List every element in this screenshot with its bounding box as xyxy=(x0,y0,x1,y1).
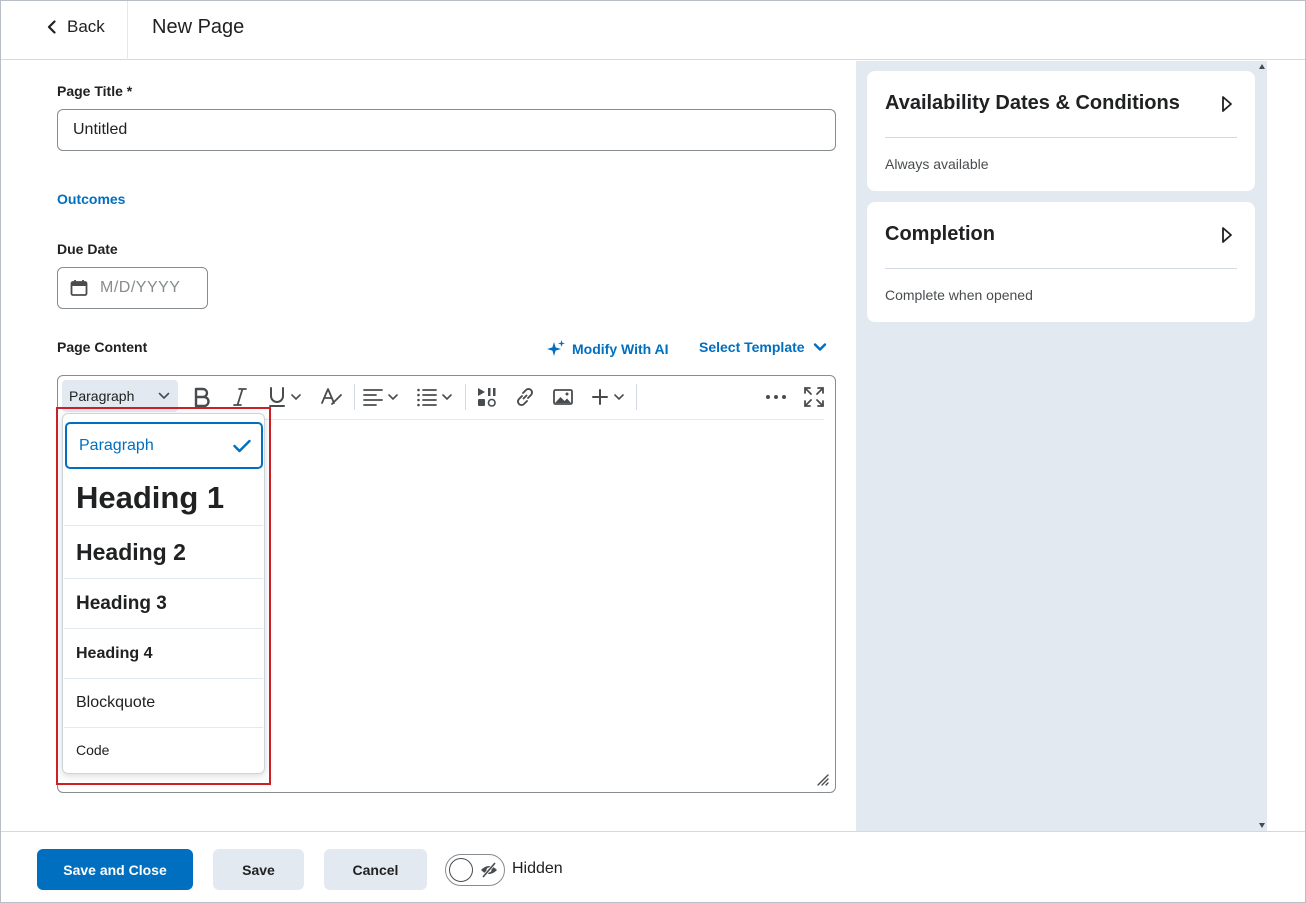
page-title: New Page xyxy=(152,16,245,38)
page-title-label: Page Title * xyxy=(57,83,133,99)
format-option-blockquote[interactable]: Blockquote xyxy=(64,679,263,728)
format-dropdown: Paragraph Heading 1 Heading 2 Heading 3 … xyxy=(62,413,265,774)
due-date-placeholder: M/D/YYYY xyxy=(100,279,181,296)
format-option-heading-2[interactable]: Heading 2 xyxy=(64,526,263,579)
toggle-knob xyxy=(449,858,473,882)
expand-arrow-icon[interactable] xyxy=(1221,226,1233,244)
format-option-label: Heading 1 xyxy=(76,480,225,515)
format-option-label: Heading 4 xyxy=(76,644,153,662)
image-button[interactable] xyxy=(552,384,574,410)
bold-icon xyxy=(194,387,210,408)
resize-handle-icon[interactable] xyxy=(815,772,829,786)
link-button[interactable] xyxy=(514,384,536,410)
format-option-code[interactable]: Code xyxy=(64,728,263,772)
back-label: Back xyxy=(67,17,105,36)
text-style-button[interactable] xyxy=(320,384,344,410)
visibility-toggle[interactable] xyxy=(445,854,505,886)
more-button[interactable] xyxy=(764,384,788,410)
chevron-down-icon xyxy=(388,393,398,400)
list-button[interactable] xyxy=(416,384,452,410)
format-select-value: Paragraph xyxy=(69,388,135,404)
calendar-icon xyxy=(70,280,88,296)
toolbar-separator xyxy=(354,384,355,410)
link-icon xyxy=(517,388,533,406)
bold-button[interactable] xyxy=(192,384,212,410)
due-date-label: Due Date xyxy=(57,241,118,257)
fullscreen-button[interactable] xyxy=(803,384,825,410)
save-and-close-button[interactable]: Save and Close xyxy=(37,849,193,890)
format-option-heading-1[interactable]: Heading 1 xyxy=(64,471,263,526)
image-icon xyxy=(553,389,573,405)
media-icon xyxy=(478,388,496,407)
format-option-heading-3[interactable]: Heading 3 xyxy=(64,579,263,629)
toolbar-separator xyxy=(465,384,466,410)
card-divider xyxy=(885,137,1237,138)
format-option-label: Code xyxy=(76,742,110,758)
fullscreen-icon xyxy=(804,387,824,407)
card-divider xyxy=(885,268,1237,269)
modify-with-ai-button[interactable]: Modify With AI xyxy=(546,339,669,359)
expand-arrow-icon[interactable] xyxy=(1221,95,1233,113)
sidebar-scrollbar[interactable] xyxy=(1257,61,1267,831)
completion-card-title: Completion xyxy=(885,223,995,245)
modify-with-ai-label: Modify With AI xyxy=(572,341,669,357)
completion-card[interactable]: Completion Complete when opened xyxy=(867,202,1255,322)
format-option-label: Blockquote xyxy=(76,694,156,711)
insert-icon xyxy=(592,389,608,405)
availability-card-title: Availability Dates & Conditions xyxy=(885,92,1180,114)
availability-card[interactable]: Availability Dates & Conditions Always a… xyxy=(867,71,1255,191)
cancel-button[interactable]: Cancel xyxy=(324,849,427,890)
back-button[interactable]: Back xyxy=(45,17,105,37)
page-footer: Save and Close Save Cancel Hidden xyxy=(1,831,1305,902)
page-header: Back New Page xyxy=(1,1,1305,60)
format-option-heading-4[interactable]: Heading 4 xyxy=(64,629,263,679)
underline-button[interactable] xyxy=(267,384,301,410)
align-button[interactable] xyxy=(362,384,398,410)
sparkle-icon xyxy=(547,340,565,356)
header-divider xyxy=(127,1,128,60)
format-option-label: Heading 2 xyxy=(76,538,186,565)
page-content-label: Page Content xyxy=(57,339,148,355)
format-select[interactable]: Paragraph xyxy=(62,380,178,412)
chevron-down-icon xyxy=(813,343,826,351)
select-template-button[interactable]: Select Template xyxy=(699,339,827,355)
chevron-left-icon xyxy=(47,20,56,34)
text-style-icon xyxy=(321,388,342,405)
completion-card-status: Complete when opened xyxy=(885,287,1033,303)
list-icon xyxy=(417,388,437,407)
format-option-label: Heading 3 xyxy=(76,592,167,614)
underline-icon xyxy=(269,387,285,407)
select-template-label: Select Template xyxy=(699,339,805,355)
chevron-down-icon xyxy=(158,392,170,399)
chevron-down-icon xyxy=(291,393,301,400)
checkmark-icon xyxy=(233,439,251,452)
page-title-input[interactable] xyxy=(57,109,836,151)
italic-icon xyxy=(233,388,247,406)
format-option-paragraph[interactable]: Paragraph xyxy=(65,422,263,469)
due-date-input[interactable]: M/D/YYYY xyxy=(57,267,208,309)
outcomes-link[interactable]: Outcomes xyxy=(57,191,125,207)
chevron-down-icon xyxy=(614,393,624,400)
italic-button[interactable] xyxy=(231,384,249,410)
insert-button[interactable] xyxy=(590,384,624,410)
media-button[interactable] xyxy=(476,384,498,410)
availability-card-status: Always available xyxy=(885,156,989,172)
align-icon xyxy=(363,389,383,406)
visibility-label: Hidden xyxy=(512,860,563,877)
eye-hidden-icon xyxy=(481,862,497,878)
save-button[interactable]: Save xyxy=(213,849,304,890)
format-option-label: Paragraph xyxy=(79,436,154,454)
more-icon xyxy=(766,395,786,399)
toolbar-separator xyxy=(636,384,637,410)
chevron-down-icon xyxy=(442,393,452,400)
